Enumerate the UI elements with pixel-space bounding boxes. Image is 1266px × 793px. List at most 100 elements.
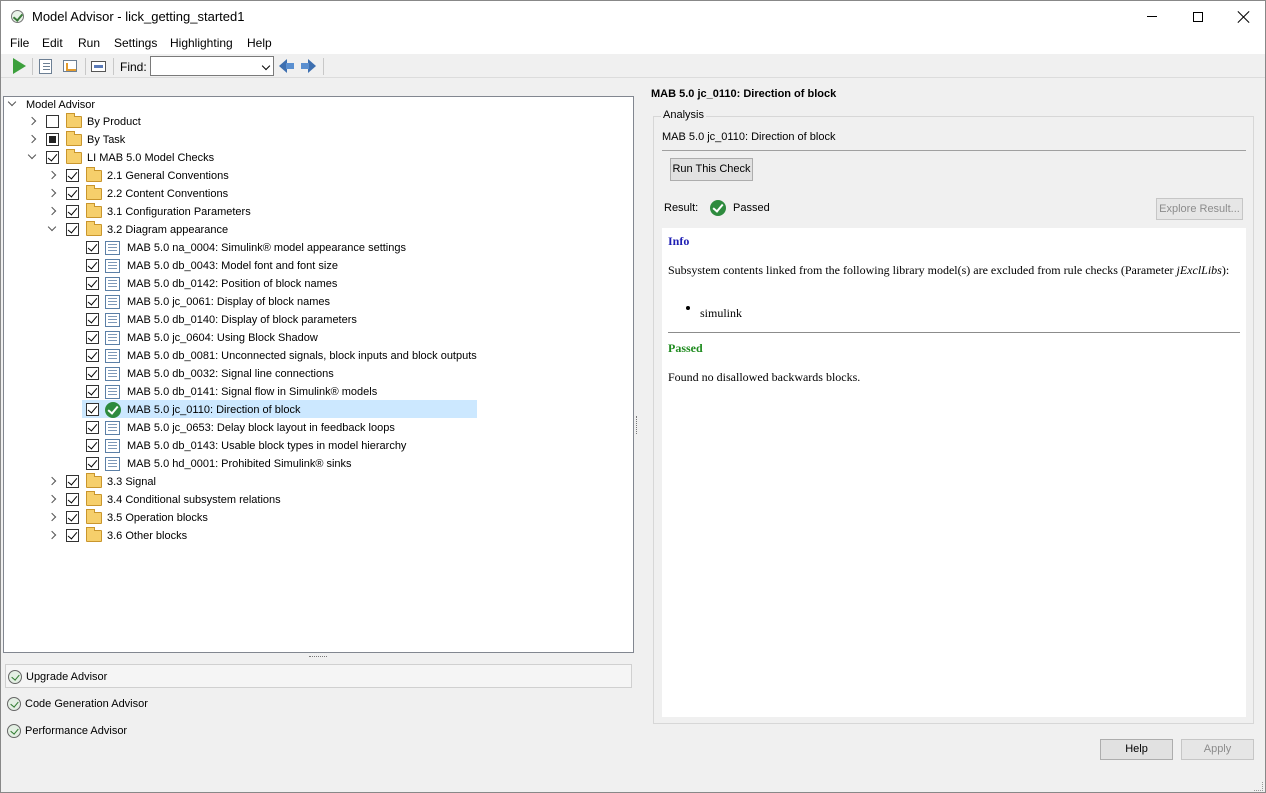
menu-edit[interactable]: Edit bbox=[42, 36, 63, 50]
tree-node-label: MAB 5.0 jc_0653: Delay block layout in f… bbox=[127, 422, 395, 434]
report-panel-icon[interactable] bbox=[91, 61, 106, 72]
vertical-splitter-handle[interactable] bbox=[636, 416, 638, 434]
checkbox-checked[interactable] bbox=[86, 331, 99, 344]
info-text: Subsystem contents linked from the follo… bbox=[668, 263, 1177, 277]
checkbox-checked[interactable] bbox=[86, 421, 99, 434]
checkbox-checked[interactable] bbox=[66, 169, 79, 182]
checkbox-checked[interactable] bbox=[86, 349, 99, 362]
checkbox-checked[interactable] bbox=[86, 259, 99, 272]
check-document-icon bbox=[105, 349, 120, 363]
folder-icon bbox=[86, 473, 102, 488]
tree-node-label: 3.5 Operation blocks bbox=[107, 512, 208, 524]
bullet-icon bbox=[686, 306, 690, 310]
performance-advisor-item[interactable]: Performance Advisor bbox=[5, 719, 632, 743]
report-pane: Info Subsystem contents linked from the … bbox=[662, 228, 1246, 717]
find-next-icon[interactable] bbox=[300, 59, 316, 73]
checkbox[interactable] bbox=[46, 115, 59, 128]
advisor-icon bbox=[7, 724, 21, 738]
resize-grip[interactable] bbox=[1254, 782, 1263, 791]
checkbox-checked[interactable] bbox=[46, 151, 59, 164]
checkbox-checked[interactable] bbox=[86, 385, 99, 398]
menu-help[interactable]: Help bbox=[247, 36, 272, 50]
upgrade-advisor-item[interactable]: Upgrade Advisor bbox=[5, 664, 632, 688]
menu-run[interactable]: Run bbox=[78, 36, 100, 50]
check-document-icon bbox=[105, 439, 120, 453]
result-value: Passed bbox=[733, 202, 770, 214]
explore-result-button[interactable]: Explore Result... bbox=[1156, 198, 1243, 220]
tree-node-label: By Product bbox=[87, 116, 141, 128]
checkbox-checked[interactable] bbox=[66, 205, 79, 218]
model-advisor-app-icon bbox=[11, 10, 24, 23]
checkbox-checked[interactable] bbox=[66, 187, 79, 200]
chevron-down-icon[interactable] bbox=[261, 61, 271, 71]
menu-file[interactable]: File bbox=[10, 36, 29, 50]
apply-button[interactable]: Apply bbox=[1181, 739, 1254, 760]
horizontal-splitter-handle[interactable] bbox=[309, 656, 327, 658]
minimize-button[interactable] bbox=[1129, 1, 1175, 32]
check-document-icon bbox=[105, 385, 120, 399]
folder-icon bbox=[86, 167, 102, 182]
tree-node-label: By Task bbox=[87, 134, 126, 146]
tree-node-label: 3.6 Other blocks bbox=[107, 530, 188, 542]
tree-node-label: 3.3 Signal bbox=[107, 476, 156, 488]
checkbox-checked[interactable] bbox=[86, 277, 99, 290]
title-bar: Model Advisor - lick_getting_started1 bbox=[1, 1, 1265, 32]
passed-heading: Passed bbox=[668, 341, 703, 355]
checkbox-checked[interactable] bbox=[66, 475, 79, 488]
tree-node-label: MAB 5.0 jc_0110: Direction of block bbox=[127, 404, 301, 416]
folder-icon bbox=[66, 149, 82, 164]
checkbox-checked[interactable] bbox=[86, 295, 99, 308]
checkbox-checked[interactable] bbox=[86, 313, 99, 326]
toolbar-separator bbox=[32, 58, 33, 75]
tree-node-label: MAB 5.0 jc_0604: Using Block Shadow bbox=[127, 332, 318, 344]
tree-node-label: MAB 5.0 db_0081: Unconnected signals, bl… bbox=[127, 350, 477, 362]
code-generation-advisor-item[interactable]: Code Generation Advisor bbox=[5, 692, 632, 716]
checkbox-checked[interactable] bbox=[86, 439, 99, 452]
help-button[interactable]: Help bbox=[1100, 739, 1173, 760]
folder-icon bbox=[86, 185, 102, 200]
tree-node-label: MAB 5.0 hd_0001: Prohibited Simulink® si… bbox=[127, 458, 352, 470]
checkbox-checked[interactable] bbox=[66, 493, 79, 506]
tree-node-label: MAB 5.0 jc_0061: Display of block names bbox=[127, 296, 330, 308]
library-list-item: simulink bbox=[700, 306, 743, 320]
folder-icon bbox=[86, 221, 102, 236]
info-text-end: ): bbox=[1221, 263, 1230, 277]
check-document-icon bbox=[105, 313, 120, 327]
find-previous-icon[interactable] bbox=[279, 59, 295, 73]
close-button[interactable] bbox=[1221, 1, 1266, 32]
passed-status-icon bbox=[710, 200, 726, 216]
advisor-label: Upgrade Advisor bbox=[26, 671, 108, 683]
check-document-icon bbox=[105, 295, 120, 309]
run-checks-icon[interactable] bbox=[10, 57, 28, 75]
minimize-icon bbox=[1147, 16, 1157, 17]
tree-node-label: MAB 5.0 db_0032: Signal line connections bbox=[127, 368, 334, 380]
checkbox-checked[interactable] bbox=[86, 403, 99, 416]
check-document-icon bbox=[105, 457, 120, 471]
menu-highlighting[interactable]: Highlighting bbox=[170, 36, 233, 50]
tree-node-label: MAB 5.0 na_0004: Simulink® model appeara… bbox=[127, 242, 406, 254]
check-hierarchy-icon[interactable] bbox=[63, 60, 77, 72]
check-document-icon bbox=[105, 421, 120, 435]
checkbox-checked[interactable] bbox=[86, 367, 99, 380]
check-title: MAB 5.0 jc_0110: Direction of block bbox=[651, 88, 837, 100]
toolbar-separator bbox=[113, 58, 114, 75]
menu-settings[interactable]: Settings bbox=[114, 36, 157, 50]
maximize-button[interactable] bbox=[1175, 1, 1221, 32]
checkbox-checked[interactable] bbox=[86, 241, 99, 254]
tree-node-label: MAB 5.0 db_0043: Model font and font siz… bbox=[127, 260, 338, 272]
find-combobox[interactable] bbox=[150, 56, 274, 76]
window-title: Model Advisor - lick_getting_started1 bbox=[32, 9, 245, 24]
passed-check-icon bbox=[105, 402, 121, 418]
checkbox-checked[interactable] bbox=[66, 223, 79, 236]
find-label: Find: bbox=[120, 60, 147, 74]
passed-message: Found no disallowed backwards blocks. bbox=[668, 370, 861, 384]
folder-icon bbox=[86, 527, 102, 542]
checkbox-checked[interactable] bbox=[86, 457, 99, 470]
run-this-check-button[interactable]: Run This Check bbox=[670, 158, 753, 181]
tree-node-label: MAB 5.0 db_0143: Usable block types in m… bbox=[127, 440, 407, 452]
run-selected-check-icon[interactable] bbox=[39, 59, 52, 74]
folder-icon bbox=[86, 509, 102, 524]
checkbox-partial[interactable] bbox=[46, 133, 59, 146]
checkbox-checked[interactable] bbox=[66, 511, 79, 524]
checkbox-checked[interactable] bbox=[66, 529, 79, 542]
